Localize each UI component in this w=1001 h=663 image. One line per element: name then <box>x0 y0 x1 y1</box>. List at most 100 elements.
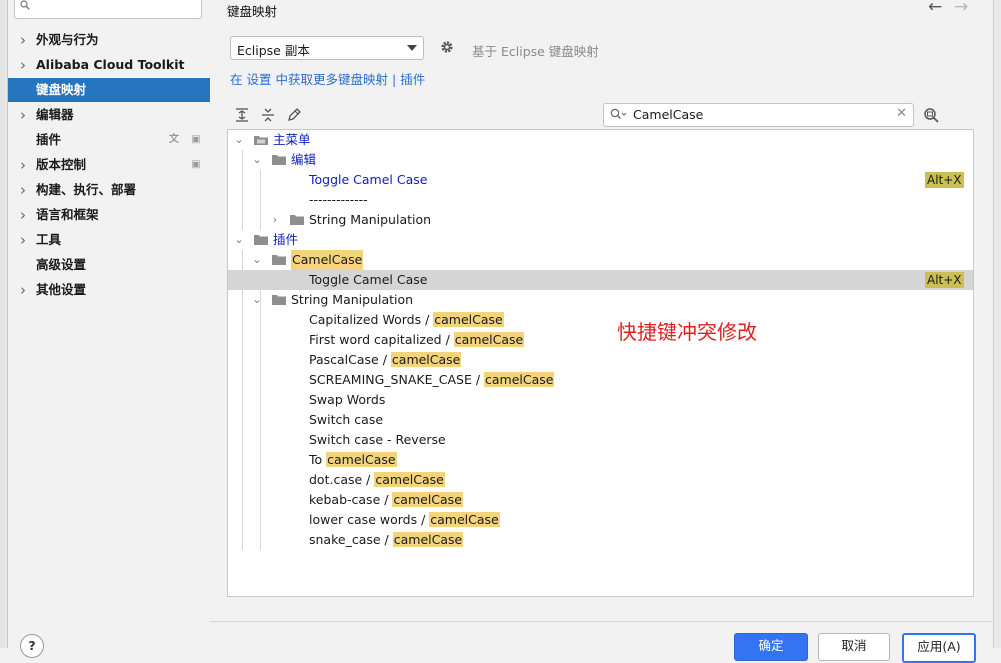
sidebar-item-label: 插件 <box>36 132 62 147</box>
apply-button[interactable]: 应用(A) <box>902 633 976 663</box>
chevron-right-icon[interactable]: › <box>20 153 30 177</box>
get-more-keymaps-line: 在 设置 中获取更多键盘映射 | 插件 <box>230 69 425 88</box>
help-button[interactable]: ? <box>20 634 44 658</box>
search-match-highlight: camelCase <box>453 332 525 347</box>
chevron-down-icon[interactable]: ⌄ <box>251 290 263 310</box>
expand-all-icon[interactable] <box>234 107 250 123</box>
separator-label: ------------- <box>309 192 368 207</box>
arrow-left-icon[interactable]: ← <box>928 0 942 17</box>
tree-node-toggle-camel-case[interactable]: Toggle Camel Case Alt+X <box>228 170 973 190</box>
action-label: First word capitalized / <box>309 332 454 347</box>
find-by-shortcut-icon[interactable] <box>922 106 940 124</box>
tree-node-edit[interactable]: ⌄ 编辑 <box>228 150 973 170</box>
search-match-highlight: camelCase <box>484 372 555 387</box>
folder-icon <box>290 215 304 225</box>
tree-node-action[interactable]: lower case words / camelCase <box>228 510 973 530</box>
action-label: Swap Words <box>309 392 386 407</box>
sidebar-item-label: 构建、执行、部署 <box>36 182 137 197</box>
chevron-down-icon[interactable]: ⌄ <box>251 150 263 170</box>
folder-icon <box>272 255 286 265</box>
tree-node-action[interactable]: Switch case <box>228 410 973 430</box>
chevron-right-icon[interactable]: › <box>20 278 30 302</box>
action-label: Switch case - Reverse <box>309 432 446 447</box>
tree-node-main-menu[interactable]: ⌄ 主菜单 <box>228 130 973 150</box>
chevron-down-icon <box>407 45 417 51</box>
action-label: Switch case <box>309 412 384 427</box>
tree-node-action[interactable]: SCREAMING_SNAKE_CASE / camelCase <box>228 370 973 390</box>
sidebar-item[interactable]: › 编辑器 <box>8 103 210 127</box>
action-label: PascalCase / <box>309 352 391 367</box>
tree-label: dot.case / camelCase <box>309 470 445 490</box>
chevron-down-icon[interactable]: ⌄ <box>233 230 245 250</box>
tree-node-action[interactable]: kebab-case / camelCase <box>228 490 973 510</box>
tree-node-action[interactable]: Capitalized Words / camelCase <box>228 310 973 330</box>
sidebar-item[interactable]: › 外观与行为 <box>8 28 210 52</box>
settings-link[interactable]: 设置 <box>247 72 272 87</box>
chevron-right-icon[interactable]: › <box>269 210 281 230</box>
plugins-link[interactable]: 插件 <box>400 72 425 87</box>
cancel-button[interactable]: 取消 <box>818 633 890 661</box>
chevron-right-icon[interactable]: › <box>20 203 30 227</box>
tree-label: CamelCase <box>291 250 364 270</box>
chevron-right-icon[interactable]: › <box>20 178 30 202</box>
search-icon <box>20 0 30 10</box>
action-filter-input[interactable]: CamelCase ✕ <box>603 103 914 127</box>
tree-label: Switch case - Reverse <box>309 430 446 450</box>
tree-label: 编辑 <box>291 152 317 167</box>
tree-node-action[interactable]: First word capitalized / camelCase <box>228 330 973 350</box>
tree-node-string-manipulation[interactable]: › String Manipulation <box>228 210 973 230</box>
ok-button[interactable]: 确定 <box>734 633 808 661</box>
sidebar-item[interactable]: › 其他设置 <box>8 278 210 302</box>
chevron-right-icon[interactable]: › <box>20 103 30 127</box>
keymap-action-tree[interactable]: ⌄ 主菜单 ⌄ 编辑 Toggle Camel Case Alt+X -----… <box>227 129 974 597</box>
search-match-highlight: camelCase <box>433 312 504 327</box>
chevron-down-icon[interactable]: ⌄ <box>233 130 245 150</box>
collapse-all-icon[interactable] <box>260 107 276 123</box>
sidebar-item-label: 版本控制 <box>36 157 87 172</box>
sidebar-item[interactable]: 键盘映射 <box>8 78 210 102</box>
sidebar-item[interactable]: › 版本控制 ▣ <box>8 153 210 177</box>
tree-node-action[interactable]: Switch case - Reverse <box>228 430 973 450</box>
background-window-right <box>993 0 1001 648</box>
chevron-right-icon[interactable]: › <box>20 28 30 52</box>
sidebar-item[interactable]: 插件 文 ▣ <box>8 128 210 152</box>
tree-node-toggle-camel-case-selected[interactable]: Toggle Camel Case Alt+X <box>228 270 973 290</box>
background-window-left <box>0 0 8 648</box>
gear-icon[interactable] <box>440 40 454 54</box>
sidebar-item-label: 高级设置 <box>36 257 87 272</box>
action-label: snake_case / <box>309 532 393 547</box>
sidebar-item[interactable]: › 工具 <box>8 228 210 252</box>
tree-node-string-manipulation-plugin[interactable]: ⌄ String Manipulation <box>228 290 973 310</box>
tree-label: PascalCase / camelCase <box>309 350 462 370</box>
action-label: SCREAMING_SNAKE_CASE / <box>309 372 485 387</box>
folder-icon <box>272 295 286 305</box>
tree-node-action[interactable]: To camelCase <box>228 450 973 470</box>
action-label: lower case words / <box>309 512 430 527</box>
tree-node-action[interactable]: Swap Words <box>228 390 973 410</box>
sidebar-item[interactable]: › 语言和框架 <box>8 203 210 227</box>
tree-label: Toggle Camel Case <box>309 272 428 287</box>
tree-node-camelcase-plugin[interactable]: ⌄ CamelCase <box>228 250 973 270</box>
tree-node-action[interactable]: dot.case / camelCase <box>228 470 973 490</box>
sidebar-item[interactable]: 高级设置 <box>8 253 210 277</box>
sidebar-search-input[interactable] <box>14 0 202 19</box>
tree-node-action[interactable]: snake_case / camelCase <box>228 530 973 550</box>
tree-label: kebab-case / camelCase <box>309 490 463 510</box>
chevron-down-icon[interactable]: ⌄ <box>251 250 263 270</box>
tree-node-action[interactable]: PascalCase / camelCase <box>228 350 973 370</box>
search-match-highlight: camelCase <box>390 352 462 367</box>
chevron-right-icon[interactable]: › <box>20 228 30 252</box>
close-icon[interactable]: ✕ <box>896 106 907 121</box>
edit-shortcut-icon[interactable] <box>286 107 302 123</box>
action-label: kebab-case / <box>309 492 393 507</box>
chevron-right-icon[interactable]: › <box>20 53 30 77</box>
tree-node-separator: ------------- <box>228 190 973 210</box>
keymap-select[interactable]: Eclipse 副本 <box>230 36 424 60</box>
tree-node-plugins[interactable]: ⌄ 插件 <box>228 230 973 250</box>
arrow-right-icon[interactable]: → <box>954 0 968 17</box>
folder-icon <box>254 235 268 245</box>
sidebar-item-label: 外观与行为 <box>36 32 99 47</box>
sidebar-item[interactable]: › 构建、执行、部署 <box>8 178 210 202</box>
sidebar-item[interactable]: › Alibaba Cloud Toolkit <box>8 53 210 77</box>
tree-label: To camelCase <box>309 450 397 470</box>
